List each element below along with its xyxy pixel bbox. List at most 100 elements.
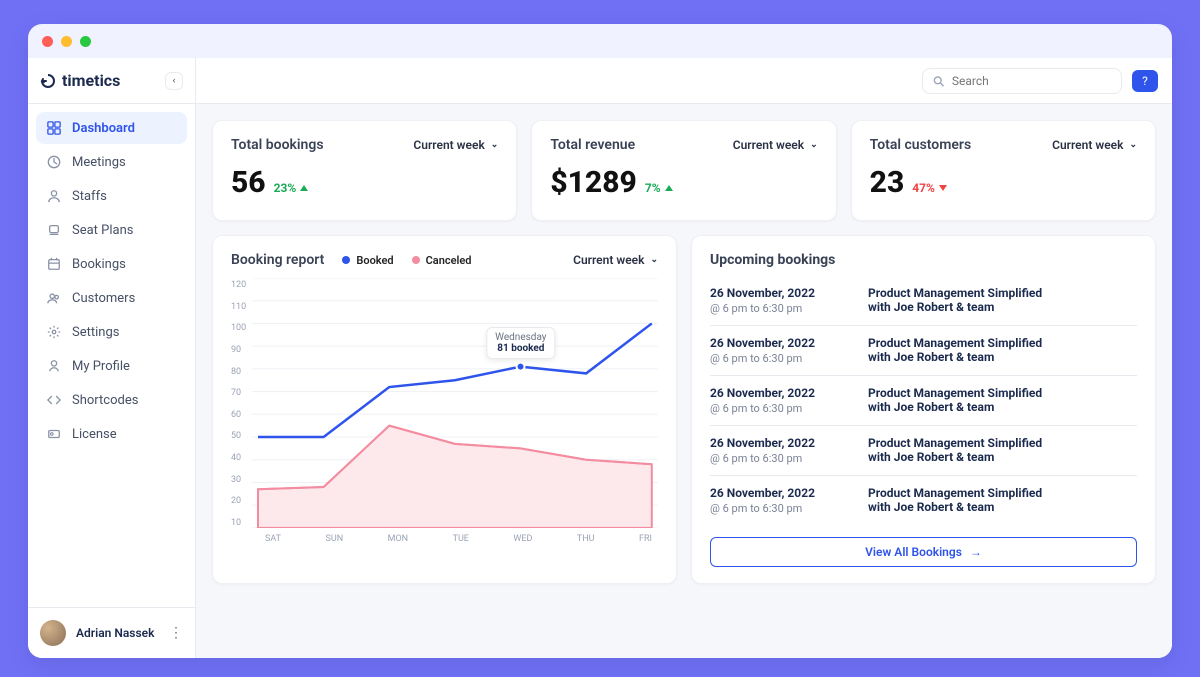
user-icon: [46, 188, 62, 204]
metric-value: $1289: [550, 165, 637, 200]
clock-icon: [46, 154, 62, 170]
metric-delta: 7%: [645, 181, 673, 195]
upcoming-title: Upcoming bookings: [710, 252, 1137, 268]
metric-range-select[interactable]: Current week⌄: [1052, 138, 1137, 152]
upcoming-time: @ 6 pm to 6:30 pm: [710, 502, 850, 515]
avatar[interactable]: [40, 620, 66, 646]
metric-range-select[interactable]: Current week⌄: [733, 138, 818, 152]
brand-logo[interactable]: timetics: [40, 71, 120, 90]
search-icon: [933, 75, 944, 87]
code-icon: [46, 392, 62, 408]
upcoming-date: 26 November, 2022: [710, 436, 850, 450]
upcoming-row[interactable]: 26 November, 2022 @ 6 pm to 6:30 pm Produc…: [710, 425, 1137, 475]
view-all-bookings-button[interactable]: View All Bookings →: [710, 537, 1137, 567]
metric-card-revenue: Total revenue Current week⌄ $1289 7%: [531, 120, 836, 221]
sidebar-item-label: Shortcodes: [72, 393, 138, 408]
metric-card-customers: Total customers Current week⌄ 23 47%: [851, 120, 1156, 221]
help-button[interactable]: ?: [1132, 70, 1158, 92]
arrow-right-icon: →: [970, 545, 982, 559]
maximize-dot[interactable]: [80, 36, 91, 47]
legend-booked: Booked: [342, 254, 393, 267]
chevron-down-icon: ⌄: [491, 140, 499, 150]
sidebar-item-label: Dashboard: [72, 121, 135, 136]
sidebar-item-shortcodes[interactable]: Shortcodes: [36, 384, 187, 416]
legend-dot-icon: [412, 256, 420, 264]
sidebar-collapse-button[interactable]: ‹: [165, 72, 183, 90]
chevron-down-icon: ⌄: [810, 140, 818, 150]
sidebar-item-my-profile[interactable]: My Profile: [36, 350, 187, 382]
upcoming-by: with Joe Robert & team: [868, 450, 1137, 464]
gear-icon: [46, 324, 62, 340]
legend-canceled: Canceled: [412, 254, 472, 267]
sidebar: timetics ‹ Dashboard Meetings Staffs Seat P…: [28, 58, 196, 658]
user-menu-button[interactable]: ⋮: [169, 625, 183, 641]
metric-title: Total customers: [870, 137, 972, 153]
sidebar-item-label: Staffs: [72, 189, 107, 204]
close-dot[interactable]: [42, 36, 53, 47]
upcoming-by: with Joe Robert & team: [868, 400, 1137, 414]
metric-delta: 47%: [912, 181, 947, 195]
search-field[interactable]: [950, 73, 1111, 89]
caret-up-icon: [665, 185, 673, 191]
minimize-dot[interactable]: [61, 36, 72, 47]
upcoming-row[interactable]: 26 November, 2022@ 6 pm to 6:30 pmProduc…: [710, 475, 1137, 525]
upcoming-date: 26 November, 2022: [710, 336, 850, 350]
help-icon: ?: [1142, 74, 1148, 88]
brand-name: timetics: [62, 71, 120, 90]
sidebar-item-staffs[interactable]: Staffs: [36, 180, 187, 212]
upcoming-row[interactable]: 26 November, 2022@ 6 pm to 6:30 pmProduc…: [710, 375, 1137, 425]
upcoming-date: 26 November, 2022: [710, 486, 850, 500]
user-name: Adrian Nassek: [76, 626, 154, 640]
upcoming-date: 26 November, 2022: [710, 286, 850, 300]
upcoming-by: with Joe Robert & team: [868, 350, 1137, 364]
sidebar-item-label: Bookings: [72, 257, 126, 272]
license-icon: [46, 426, 62, 442]
sidebar-item-label: Meetings: [72, 155, 126, 170]
sidebar-footer: Adrian Nassek ⋮: [28, 607, 195, 658]
metric-range-select[interactable]: Current week⌄: [413, 138, 498, 152]
sidebar-item-license[interactable]: License: [36, 418, 187, 450]
sidebar-item-settings[interactable]: Settings: [36, 316, 187, 348]
booking-report-card: Booking report Booked Canceled Current w…: [212, 235, 677, 584]
chart-range-select[interactable]: Current week⌄: [573, 253, 658, 267]
sidebar-item-label: License: [72, 427, 117, 442]
metric-card-bookings: Total bookings Current week⌄ 56 23%: [212, 120, 517, 221]
legend-dot-icon: [342, 256, 350, 264]
sidebar-item-meetings[interactable]: Meetings: [36, 146, 187, 178]
upcoming-row[interactable]: 26 November, 2022 @ 6 pm to 6:30 pm Produc…: [710, 282, 1137, 325]
caret-up-icon: [300, 185, 308, 191]
chart-x-ticks: SATSUNMONTUEWEDTHUFRI: [231, 528, 658, 544]
upcoming-bookings-card: Upcoming bookings 26 November, 2022 @ 6 p…: [691, 235, 1156, 584]
profile-icon: [46, 358, 62, 374]
grid-icon: [46, 120, 62, 136]
sidebar-item-label: My Profile: [72, 359, 130, 374]
sidebar-item-bookings[interactable]: Bookings: [36, 248, 187, 280]
upcoming-time: @ 6 pm to 6:30 pm: [710, 452, 850, 465]
upcoming-event: Product Management Simplified: [868, 286, 1137, 300]
sidebar-item-dashboard[interactable]: Dashboard: [36, 112, 187, 144]
window-titlebar: [28, 24, 1172, 58]
sidebar-item-label: Seat Plans: [72, 223, 133, 238]
upcoming-event: Product Management Simplified: [868, 386, 1137, 400]
metric-value: 56: [231, 165, 266, 200]
upcoming-event: Product Management Simplified: [868, 436, 1137, 450]
upcoming-row[interactable]: 26 November, 2022@ 6 pm to 6:30 pmProduc…: [710, 325, 1137, 375]
users-icon: [46, 290, 62, 306]
caret-down-icon: [939, 185, 947, 191]
chevron-down-icon: ⌄: [650, 255, 658, 265]
upcoming-time: @ 6 pm to 6:30 pm: [710, 302, 850, 315]
search-input[interactable]: [922, 68, 1122, 94]
metric-delta: 23%: [274, 181, 309, 195]
upcoming-event: Product Management Simplified: [868, 336, 1137, 350]
chart-tooltip: Wednesday 81 booked: [486, 327, 555, 359]
metric-title: Total revenue: [550, 137, 635, 153]
sidebar-item-customers[interactable]: Customers: [36, 282, 187, 314]
seat-icon: [46, 222, 62, 238]
metric-title: Total bookings: [231, 137, 324, 153]
sidebar-item-seat-plans[interactable]: Seat Plans: [36, 214, 187, 246]
brand-mark-icon: [40, 73, 56, 89]
chart-plot: Wednesday 81 booked: [252, 278, 658, 528]
chevron-left-icon: ‹: [173, 76, 176, 86]
sidebar-nav: Dashboard Meetings Staffs Seat Plans Booking…: [28, 104, 195, 458]
sidebar-item-label: Customers: [72, 291, 135, 306]
